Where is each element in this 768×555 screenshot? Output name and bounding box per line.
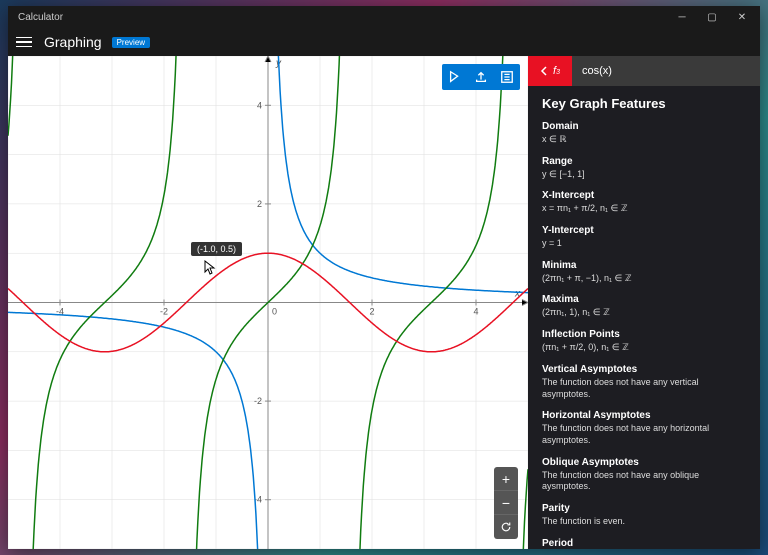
feature-value: (πn₁ + π/2, 0), n₁ ∈ ℤ — [542, 342, 746, 354]
feature-label: Oblique Asymptotes — [542, 457, 746, 468]
feature-value: The function does not have any horizonta… — [542, 423, 746, 446]
settings-button[interactable] — [494, 64, 520, 90]
feature-value: The function does not have any vertical … — [542, 377, 746, 400]
svg-text:-2: -2 — [160, 307, 168, 317]
maximize-button[interactable]: ▢ — [698, 7, 726, 27]
features-panel: f3 cos(x) Key Graph Features Domain x ∈ ℝ… — [528, 56, 760, 549]
back-button[interactable]: f3 — [528, 56, 572, 86]
zoom-in-button[interactable]: + — [494, 467, 518, 491]
zoom-reset-button[interactable] — [494, 515, 518, 539]
preview-badge: Preview — [112, 37, 150, 48]
window-title: Calculator — [12, 12, 63, 23]
close-button[interactable]: ✕ — [728, 7, 756, 27]
window-controls: ─ ▢ ✕ — [668, 7, 756, 27]
svg-text:0: 0 — [272, 307, 277, 317]
svg-text:2: 2 — [369, 307, 374, 317]
features-list: Domain x ∈ ℝ Range y ∈ [−1, 1] X-Intercept x … — [542, 121, 746, 549]
graph-area[interactable]: -4-224-4-224xy0 (-1.0, 0.5) + − — [8, 56, 528, 549]
graph-toolbar — [442, 64, 520, 90]
zoom-out-button[interactable]: − — [494, 491, 518, 515]
feature-label: Inflection Points — [542, 329, 746, 340]
feature-item: Y-Intercept y = 1 — [542, 225, 746, 250]
app-header: Graphing Preview — [8, 28, 760, 56]
feature-item: Vertical Asymptotes The function does not… — [542, 364, 746, 400]
svg-text:4: 4 — [257, 100, 262, 110]
feature-label: X-Intercept — [542, 190, 746, 201]
feature-label: Domain — [542, 121, 746, 132]
function-expression: cos(x) — [572, 56, 760, 86]
feature-item: Range y ∈ [−1, 1] — [542, 156, 746, 181]
feature-item: X-Intercept x = πn₁ + π/2, n₁ ∈ ℤ — [542, 190, 746, 215]
app-window: Calculator ─ ▢ ✕ Graphing Preview -4-224… — [8, 6, 760, 549]
zoom-controls: + − — [494, 467, 518, 539]
feature-item: Minima (2πn₁ + π, −1), n₁ ∈ ℤ — [542, 260, 746, 285]
svg-text:4: 4 — [473, 307, 478, 317]
svg-text:2: 2 — [257, 199, 262, 209]
graph-canvas[interactable]: -4-224-4-224xy0 — [8, 56, 528, 549]
function-symbol: f3 — [553, 65, 560, 77]
share-button[interactable] — [468, 64, 494, 90]
feature-value: y ∈ [−1, 1] — [542, 169, 746, 181]
menu-icon[interactable] — [14, 32, 34, 52]
content-area: -4-224-4-224xy0 (-1.0, 0.5) + − f3 — [8, 56, 760, 549]
feature-value: y = 1 — [542, 238, 746, 250]
feature-item: Parity The function is even. — [542, 503, 746, 528]
trace-button[interactable] — [442, 64, 468, 90]
feature-item: Inflection Points (πn₁ + π/2, 0), n₁ ∈ ℤ — [542, 329, 746, 354]
minimize-button[interactable]: ─ — [668, 7, 696, 27]
feature-label: Maxima — [542, 294, 746, 305]
feature-label: Minima — [542, 260, 746, 271]
feature-item: Maxima (2πn₁, 1), n₁ ∈ ℤ — [542, 294, 746, 319]
feature-label: Y-Intercept — [542, 225, 746, 236]
feature-value: (2πn₁, 1), n₁ ∈ ℤ — [542, 307, 746, 319]
feature-label: Period — [542, 538, 746, 549]
panel-body[interactable]: Key Graph Features Domain x ∈ ℝ Range y ∈ [… — [528, 86, 760, 549]
feature-value: (2πn₁ + π, −1), n₁ ∈ ℤ — [542, 273, 746, 285]
feature-value: The function does not have any oblique a… — [542, 470, 746, 493]
feature-label: Horizontal Asymptotes — [542, 410, 746, 421]
panel-title: Key Graph Features — [542, 96, 746, 111]
mode-title: Graphing — [44, 34, 102, 50]
feature-value: x = πn₁ + π/2, n₁ ∈ ℤ — [542, 203, 746, 215]
feature-value: The function is even. — [542, 516, 746, 528]
feature-item: Period2π — [542, 538, 746, 549]
feature-item: Oblique Asymptotes The function does not … — [542, 457, 746, 493]
feature-label: Vertical Asymptotes — [542, 364, 746, 375]
feature-label: Parity — [542, 503, 746, 514]
feature-item: Domain x ∈ ℝ — [542, 121, 746, 146]
feature-item: Horizontal Asymptotes The function does n… — [542, 410, 746, 446]
panel-header: f3 cos(x) — [528, 56, 760, 86]
svg-text:-2: -2 — [254, 396, 262, 406]
feature-label: Range — [542, 156, 746, 167]
titlebar: Calculator ─ ▢ ✕ — [8, 6, 760, 28]
feature-value: x ∈ ℝ — [542, 134, 746, 146]
